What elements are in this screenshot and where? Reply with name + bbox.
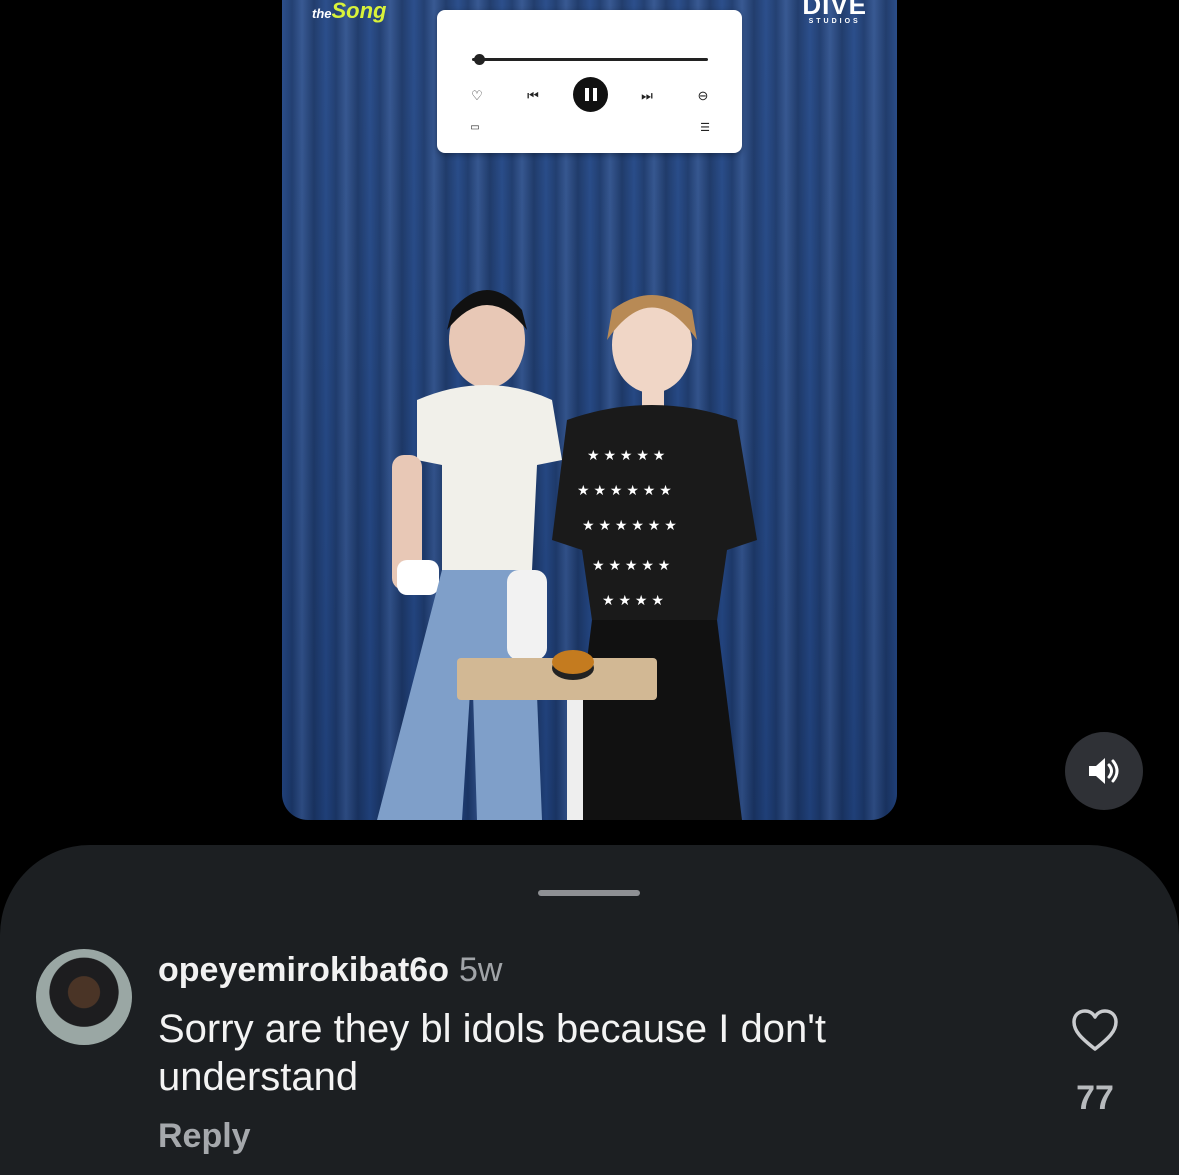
comment-text: Sorry are they bl idols because I don't … (158, 1007, 827, 1099)
comments-sheet: opeyemirokibat6o 5w Sorry are they bl ido… (0, 845, 1179, 1175)
svg-text:★ ★ ★ ★ ★ ★: ★ ★ ★ ★ ★ ★ (582, 517, 677, 533)
video-player[interactable]: theSong DIVE STUDIOS ♡ ⏮ ⏭ ⊖ ▭ ☰ ★ ★ ★ ★… (282, 0, 897, 820)
avatar[interactable] (36, 949, 132, 1045)
queue-icon[interactable]: ☰ (695, 120, 715, 136)
sheet-drag-handle[interactable] (538, 890, 640, 896)
svg-text:★ ★ ★ ★ ★: ★ ★ ★ ★ ★ (592, 557, 670, 573)
pause-button[interactable] (573, 77, 608, 112)
people-illustration: ★ ★ ★ ★ ★ ★ ★ ★ ★ ★ ★ ★ ★ ★ ★ ★ ★ ★ ★ ★ … (377, 290, 757, 820)
progress-knob[interactable] (473, 54, 485, 65)
pause-icon (584, 88, 589, 101)
studio-logo: DIVE STUDIOS (802, 0, 867, 25)
svg-text:★ ★ ★ ★ ★: ★ ★ ★ ★ ★ (587, 447, 665, 463)
buzzer-button (552, 650, 594, 674)
music-player-card: ♡ ⏮ ⏭ ⊖ ▭ ☰ (437, 10, 742, 153)
svg-text:★ ★ ★ ★: ★ ★ ★ ★ (602, 592, 664, 608)
comment-time: 5w (458, 951, 503, 989)
comment-author[interactable]: opeyemirokibat6o 5w (158, 951, 502, 990)
progress-bar[interactable] (472, 58, 708, 61)
sound-toggle-button[interactable] (1065, 732, 1143, 810)
show-logo: theSong (312, 0, 387, 23)
reply-button[interactable]: Reply (158, 1117, 251, 1156)
like-count: 77 (1076, 1079, 1114, 1117)
table-leg (567, 700, 583, 820)
heart-icon[interactable] (1071, 1008, 1119, 1052)
svg-text:★ ★ ★ ★ ★ ★: ★ ★ ★ ★ ★ ★ (577, 482, 672, 498)
heart-icon[interactable]: ♡ (467, 88, 487, 104)
previous-icon[interactable]: ⏮ (523, 88, 543, 104)
device-icon[interactable]: ▭ (465, 120, 485, 136)
minus-circle-icon[interactable]: ⊖ (693, 88, 713, 104)
speaker-icon (1089, 758, 1119, 784)
next-icon[interactable]: ⏭ (637, 88, 657, 104)
